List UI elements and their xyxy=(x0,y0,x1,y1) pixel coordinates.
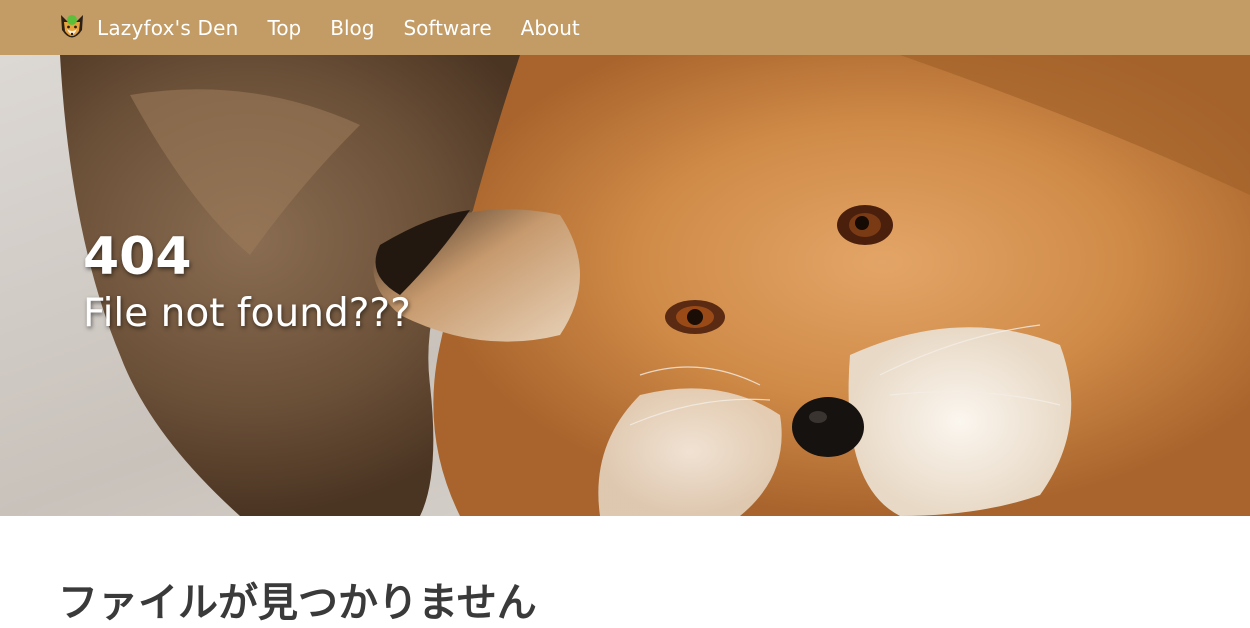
error-message: File not found??? xyxy=(83,291,411,336)
fox-face-icon xyxy=(58,12,86,44)
hero-banner: 404 File not found??? xyxy=(0,55,1250,516)
brand-name: Lazyfox's Den xyxy=(97,15,239,40)
nav-link-about[interactable]: About xyxy=(521,16,580,40)
brand-link[interactable]: Lazyfox's Den xyxy=(58,12,239,44)
nav-link-software[interactable]: Software xyxy=(403,16,491,40)
error-code: 404 xyxy=(83,227,192,287)
nav-link-top[interactable]: Top xyxy=(268,16,302,40)
navbar: Lazyfox's Den Top Blog Software About xyxy=(0,0,1250,55)
page-heading: ファイルが見つかりません xyxy=(58,580,537,626)
nav-link-blog[interactable]: Blog xyxy=(330,16,374,40)
